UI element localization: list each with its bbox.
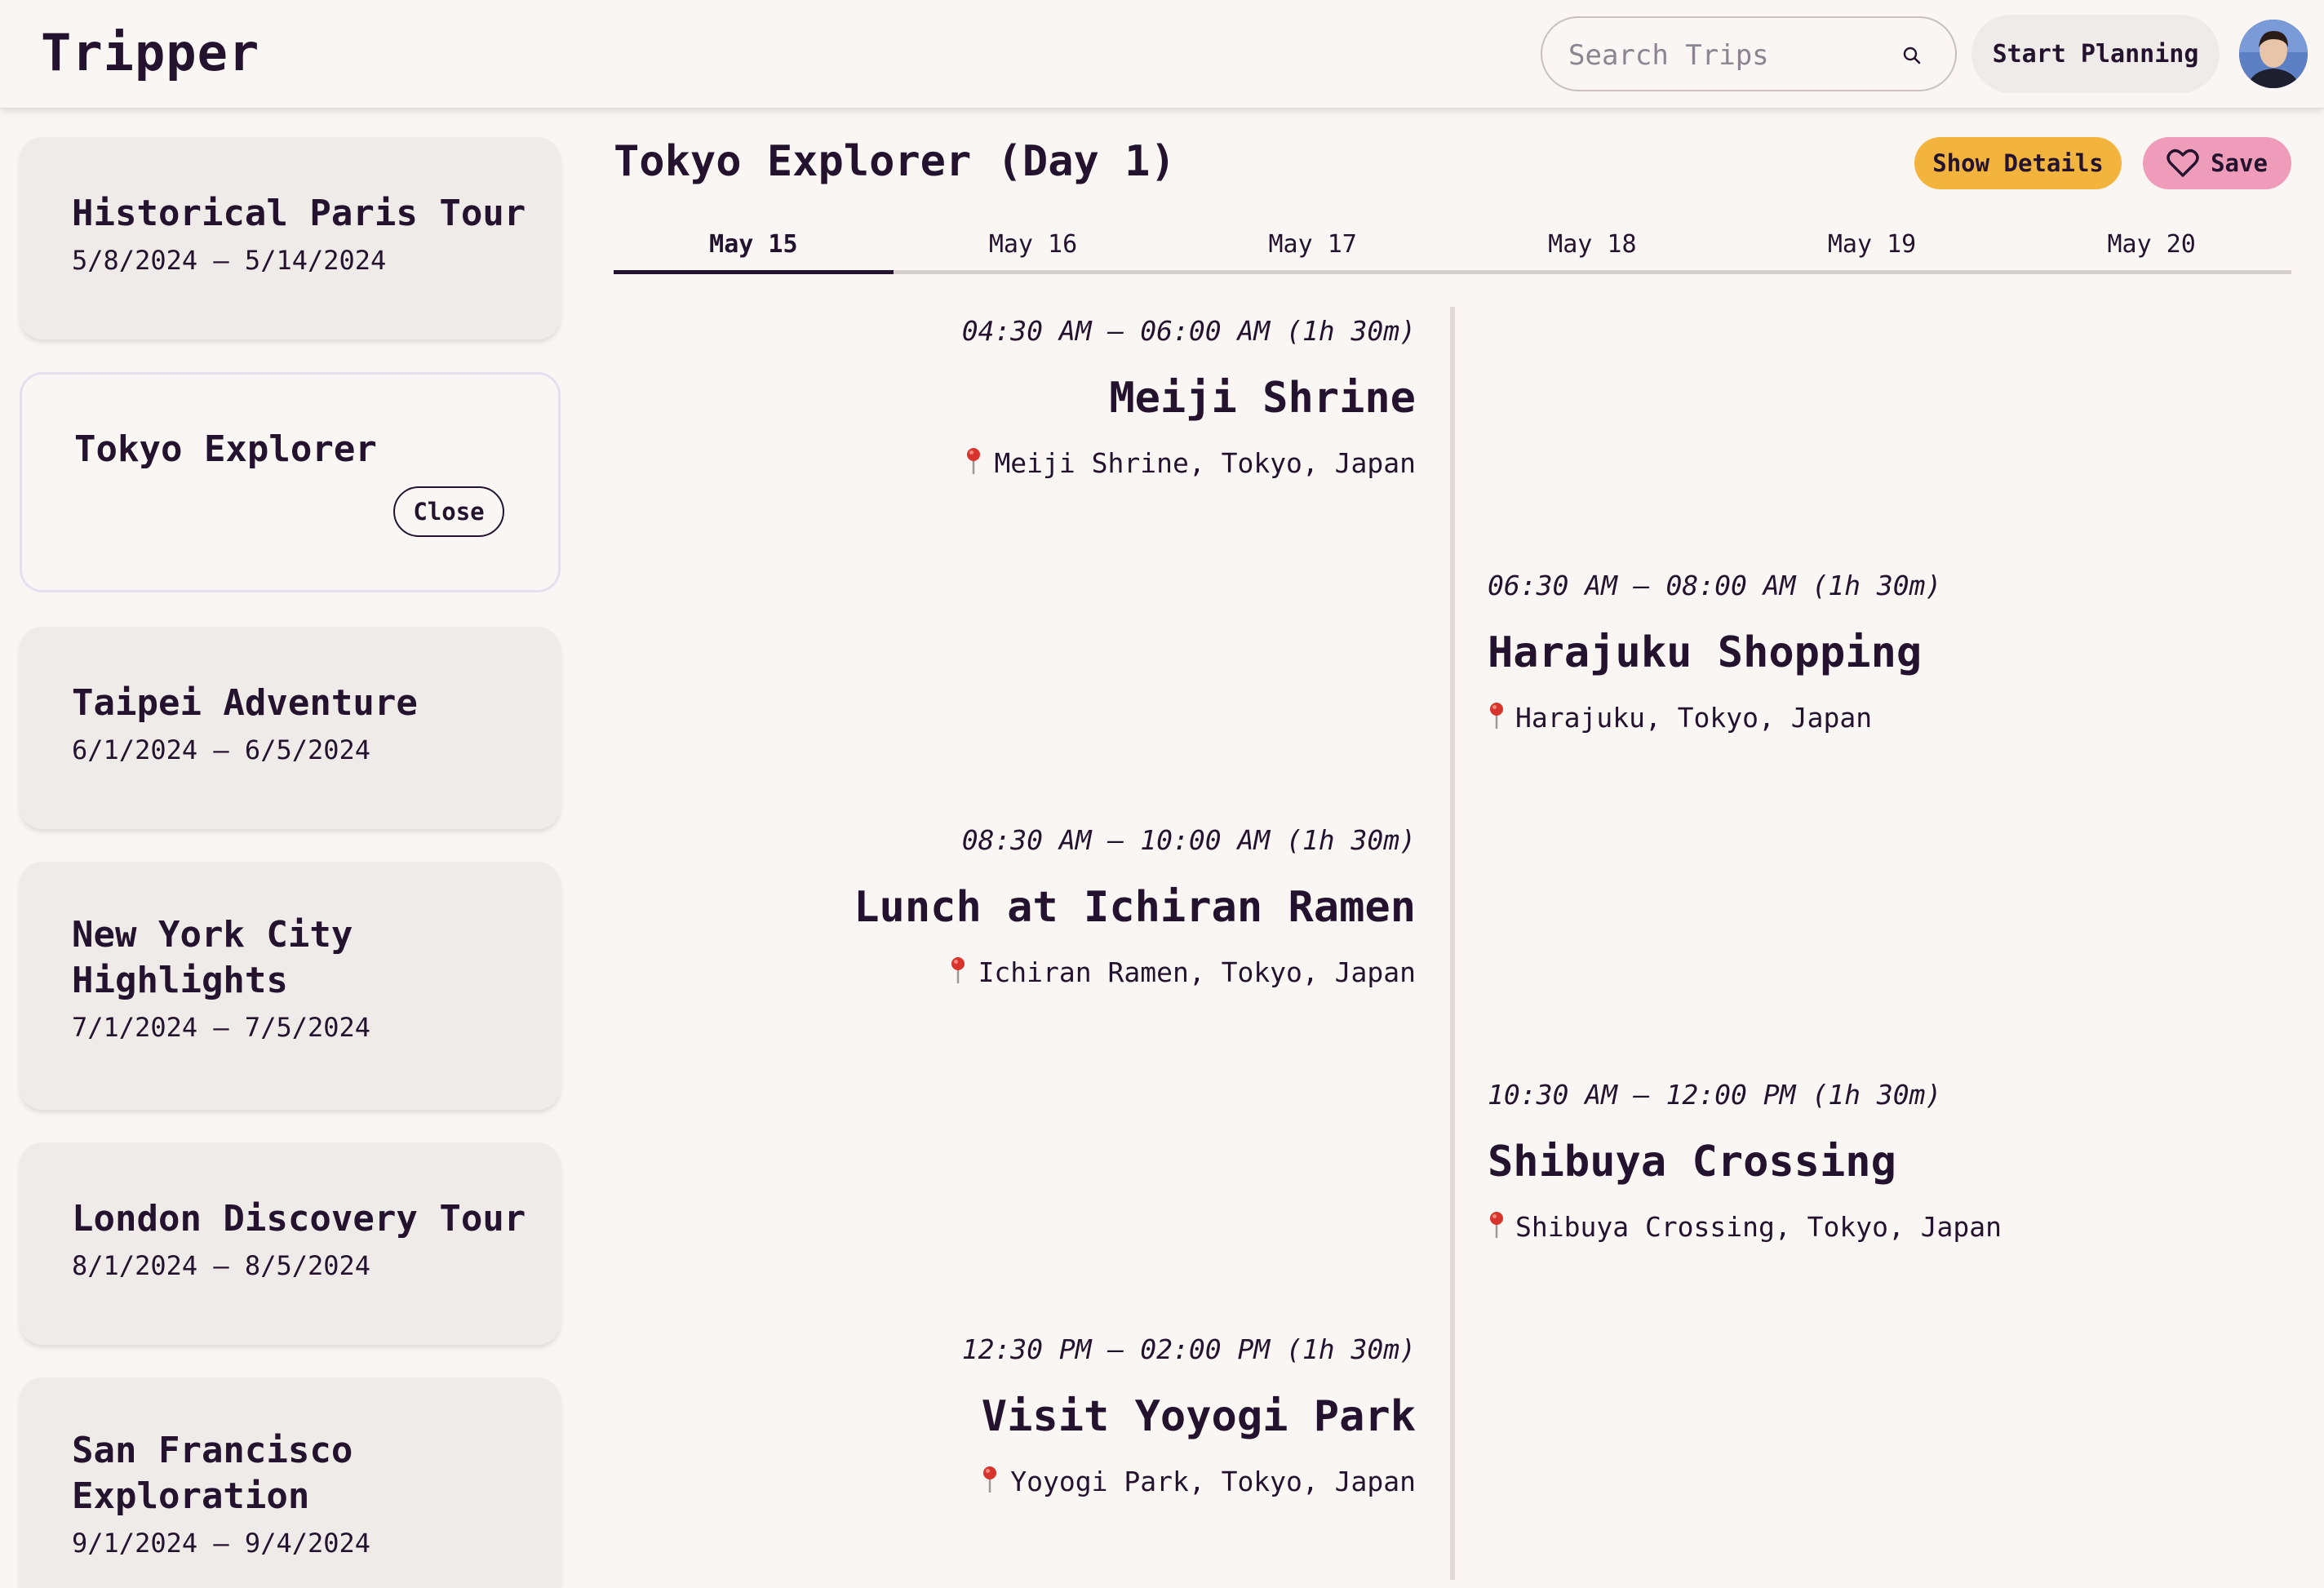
show-details-button[interactable]: Show Details [1914,137,2122,189]
event-name: Shibuya Crossing [1488,1138,1896,1187]
save-label: Save [2211,149,2268,177]
trip-name: Tokyo Explorer [74,428,377,470]
trip-card-tokyo[interactable]: Tokyo Explorer Close [20,372,561,592]
user-avatar-icon [2239,20,2308,88]
trip-card-new-york[interactable]: New York City Highlights 7/1/2024 – 7/5/… [20,862,561,1110]
top-bar: Tripper Start Planning [0,0,2324,109]
event-time: 08:30 AM – 10:00 AM (1h 30m) [961,824,1416,856]
event-location: Ichiran Ramen, Tokyo, Japan [600,956,1416,989]
event-name: Meiji Shrine [1109,374,1416,423]
save-button[interactable]: Save [2143,137,2291,189]
event-card[interactable]: 04:30 AM – 06:00 AM (1h 30m) Meiji Shrin… [600,315,1416,480]
tab-may-18[interactable]: May 18 [1452,219,1732,270]
pin-icon [967,448,981,474]
event-location: Shibuya Crossing, Tokyo, Japan [1488,1211,2304,1244]
tab-may-16[interactable]: May 16 [894,219,1173,270]
event-location-text: Ichiran Ramen, Tokyo, Japan [978,956,1416,988]
page-title: Tokyo Explorer (Day 1) [614,137,1176,186]
event-time: 10:30 AM – 12:00 PM (1h 30m) [1488,1079,1942,1111]
avatar[interactable] [2239,20,2308,88]
event-card[interactable]: 08:30 AM – 10:00 AM (1h 30m) Lunch at Ic… [600,824,1416,989]
trip-card-paris[interactable]: Historical Paris Tour 5/8/2024 – 5/14/20… [20,137,561,339]
event-time: 12:30 PM – 02:00 PM (1h 30m) [961,1333,1416,1365]
trip-dates: 7/1/2024 – 7/5/2024 [72,1012,371,1043]
trip-name: London Discovery Tour [72,1198,526,1240]
event-time: 06:30 AM – 08:00 AM (1h 30m) [1488,570,1942,601]
event-card[interactable]: 10:30 AM – 12:00 PM (1h 30m) Shibuya Cro… [1488,1079,2304,1244]
trip-name: Historical Paris Tour [72,193,526,234]
event-location: Yoyogi Park, Tokyo, Japan [600,1466,1416,1498]
trip-name: New York City Highlights [72,914,353,1001]
tab-may-17[interactable]: May 17 [1173,219,1452,270]
trip-dates: 6/1/2024 – 6/5/2024 [72,734,371,765]
trip-name: Taipei Adventure [72,682,418,724]
event-time: 04:30 AM – 06:00 AM (1h 30m) [961,315,1416,347]
event-name: Harajuku Shopping [1488,628,1923,677]
start-planning-button[interactable]: Start Planning [1971,15,2220,93]
trip-dates: 8/1/2024 – 8/5/2024 [72,1250,371,1281]
tab-may-19[interactable]: May 19 [1732,219,2012,270]
tab-may-15[interactable]: May 15 [614,219,894,274]
event-name: Visit Yoyogi Park [981,1392,1416,1441]
trip-dates: 5/8/2024 – 5/14/2024 [72,245,387,276]
pin-icon [1490,1212,1503,1238]
search-icon[interactable] [1901,45,1923,66]
trip-card-london[interactable]: London Discovery Tour 8/1/2024 – 8/5/202… [20,1142,561,1345]
event-location-text: Harajuku, Tokyo, Japan [1515,702,1873,734]
tab-may-20[interactable]: May 20 [2011,219,2291,270]
pin-icon [983,1466,997,1493]
event-name: Lunch at Ichiran Ramen [854,883,1416,932]
app-logo[interactable]: Tripper [41,23,259,82]
close-button[interactable]: Close [393,486,504,537]
event-location: Harajuku, Tokyo, Japan [1488,702,2304,734]
event-card[interactable]: 06:30 AM – 08:00 AM (1h 30m) Harajuku Sh… [1488,570,2304,734]
event-location: Meiji Shrine, Tokyo, Japan [600,447,1416,480]
trip-name: San Francisco Exploration [72,1430,353,1517]
day-tabs: May 15 May 16 May 17 May 18 May 19 May 2… [614,219,2291,274]
event-card[interactable]: 12:30 PM – 02:00 PM (1h 30m) Visit Yoyog… [600,1333,1416,1498]
trip-dates: 9/1/2024 – 9/4/2024 [72,1528,371,1559]
trip-card-san-francisco[interactable]: San Francisco Exploration 9/1/2024 – 9/4… [20,1377,561,1588]
event-location-text: Shibuya Crossing, Tokyo, Japan [1515,1211,2002,1243]
pin-icon [951,957,965,983]
timeline-divider [1450,307,1455,1580]
pin-icon [1490,703,1503,729]
event-location-text: Meiji Shrine, Tokyo, Japan [994,447,1416,479]
search-box[interactable] [1541,16,1957,91]
event-location-text: Yoyogi Park, Tokyo, Japan [1010,1466,1416,1497]
trip-card-taipei[interactable]: Taipei Adventure 6/1/2024 – 6/5/2024 [20,627,561,829]
heart-icon [2167,149,2199,177]
search-input[interactable] [1567,34,1896,77]
